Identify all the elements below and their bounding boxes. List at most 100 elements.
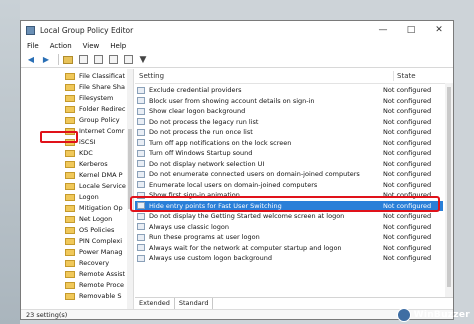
table-row[interactable]: Do not enumerate connected users on doma…	[135, 169, 443, 179]
tree-item-label: Kernel DMA P	[79, 171, 123, 179]
table-row[interactable]: Turn off Windows Startup sound Not config…	[135, 148, 443, 158]
show-hide-tree-button[interactable]	[77, 54, 89, 66]
menu-action[interactable]: Action	[50, 42, 72, 50]
setting-name: Do not display the Getting Started welco…	[149, 212, 345, 220]
table-row[interactable]: Always use custom logon background Not co…	[135, 253, 443, 263]
tree-item-label: Mitigation Op	[79, 204, 123, 212]
minimize-button[interactable]: —	[369, 21, 397, 39]
tree-item[interactable]: Filesystem	[65, 93, 113, 103]
folder-icon	[65, 171, 75, 179]
setting-state: Not configured	[383, 138, 432, 147]
folder-icon	[65, 116, 75, 124]
folder-icon	[65, 94, 75, 102]
properties-button[interactable]	[122, 54, 134, 66]
setting-name: Turn off app notifications on the lock s…	[149, 138, 292, 147]
setting-name: Run these programs at user logon	[149, 233, 260, 241]
tree-item-label: Internet Comr	[79, 127, 125, 135]
setting-state: Not configured	[383, 107, 432, 115]
tree-item[interactable]: Mitigation Op	[65, 203, 123, 213]
setting-name: Do not process the legacy run list	[149, 117, 259, 126]
table-row[interactable]: Show clear logon background Not configure…	[135, 106, 443, 116]
table-row[interactable]: Do not process the legacy run list Not co…	[135, 117, 443, 127]
tree-item-label: Locale Service	[79, 182, 126, 190]
table-row[interactable]: Do not display network selection UI Not c…	[135, 159, 443, 169]
setting-name: Always use custom logon background	[149, 254, 272, 262]
tree-item[interactable]: KDC	[65, 148, 93, 158]
tree-item-label: Recovery	[79, 259, 110, 267]
list-scrollbar[interactable]	[445, 83, 453, 297]
menu-view[interactable]: View	[83, 42, 100, 50]
table-row[interactable]: Do not display the Getting Started welco…	[135, 211, 443, 221]
table-row[interactable]: Enumerate local users on domain-joined c…	[135, 180, 443, 190]
tree-item-label: Remote Proce	[79, 281, 125, 289]
menu-help[interactable]: Help	[110, 42, 126, 50]
table-row[interactable]: Always wait for the network at computer …	[135, 243, 443, 253]
setting-state: Not configured	[383, 159, 432, 168]
tree-item-label: Filesystem	[79, 94, 114, 102]
folder-icon	[65, 193, 75, 201]
tree-item[interactable]: Folder Redirec	[65, 104, 125, 114]
folder-icon	[65, 226, 75, 234]
tree-item[interactable]: Remote Assist	[65, 269, 125, 279]
tree-item[interactable]: PIN Complexi	[65, 236, 122, 246]
up-folder-button[interactable]	[62, 54, 74, 66]
setting-name: Block user from showing account details …	[149, 96, 315, 105]
close-button[interactable]: ✕	[425, 21, 453, 39]
help-button[interactable]	[107, 54, 119, 66]
window-title: Local Group Policy Editor	[40, 25, 134, 35]
policy-setting-icon	[137, 223, 145, 230]
table-row[interactable]: Always use classic logon Not configured	[135, 222, 443, 232]
table-row[interactable]: Run these programs at user logon Not conf…	[135, 232, 443, 242]
column-divider[interactable]	[393, 71, 394, 81]
winbuzzer-logo-icon	[396, 308, 411, 322]
desktop-background	[0, 0, 20, 324]
table-row[interactable]: Turn off app notifications on the lock s…	[135, 138, 443, 148]
tree-item[interactable]: Recovery	[65, 258, 109, 268]
tree-item[interactable]: Net Logon	[65, 214, 112, 224]
folder-icon	[65, 149, 75, 157]
tree-item[interactable]: Logon	[65, 192, 99, 202]
title-bar[interactable]: Local Group Policy Editor — □ ✕	[21, 21, 453, 39]
tree-item-label: Power Manag	[79, 248, 123, 256]
watermark: WinBuzzer	[396, 308, 470, 322]
policy-setting-icon	[137, 139, 145, 146]
tree-item[interactable]: File Share Sha	[65, 82, 125, 92]
tree-item[interactable]: Removable S	[65, 291, 122, 301]
back-arrow-icon[interactable]: ◀	[25, 54, 37, 66]
policy-setting-icon	[137, 107, 145, 115]
tree-item[interactable]: OS Policies	[65, 225, 114, 235]
menu-file[interactable]: File	[27, 42, 39, 50]
tree-item-label: Kerberos	[79, 160, 108, 168]
forward-arrow-icon[interactable]: ▶	[40, 54, 52, 66]
menu-bar: File Action View Help	[21, 39, 453, 52]
folder-icon	[65, 160, 75, 168]
tree-item[interactable]: File Classificat	[65, 71, 125, 81]
tree-item[interactable]: Power Manag	[65, 247, 123, 257]
maximize-button[interactable]: □	[397, 21, 425, 39]
logon-highlight-box	[40, 131, 78, 143]
setting-name: Enumerate local users on domain-joined c…	[149, 180, 318, 189]
tree-item-label: Group Policy	[79, 116, 120, 124]
list-scroll-thumb[interactable]	[447, 87, 451, 287]
tree-item-label: File Share Sha	[79, 83, 125, 91]
tree-item[interactable]: Locale Service	[65, 181, 126, 191]
table-row[interactable]: Do not process the run once list Not conf…	[135, 127, 443, 137]
tree-item[interactable]: Kerberos	[65, 159, 108, 169]
tree-item-label: Net Logon	[79, 215, 113, 223]
tree-scrollbar[interactable]	[127, 69, 133, 309]
filter-button[interactable]: ▼	[137, 54, 149, 66]
tree-item[interactable]: Group Policy	[65, 115, 120, 125]
export-list-button[interactable]	[92, 54, 104, 66]
folder-icon	[65, 237, 75, 245]
table-row[interactable]: Block user from showing account details …	[135, 96, 443, 106]
tree-item[interactable]: Remote Proce	[65, 280, 124, 290]
tree-item-label: PIN Complexi	[79, 237, 123, 245]
column-state[interactable]: State	[397, 72, 416, 80]
tree-item[interactable]: Kernel DMA P	[65, 170, 123, 180]
table-row[interactable]: Exclude credential providers Not configur…	[135, 85, 443, 95]
gpedit-app-icon	[26, 25, 35, 35]
export-list-icon	[93, 55, 103, 64]
folder-icon	[65, 72, 75, 80]
column-setting[interactable]: Setting	[139, 72, 164, 80]
policy-highlight-box	[130, 196, 440, 212]
